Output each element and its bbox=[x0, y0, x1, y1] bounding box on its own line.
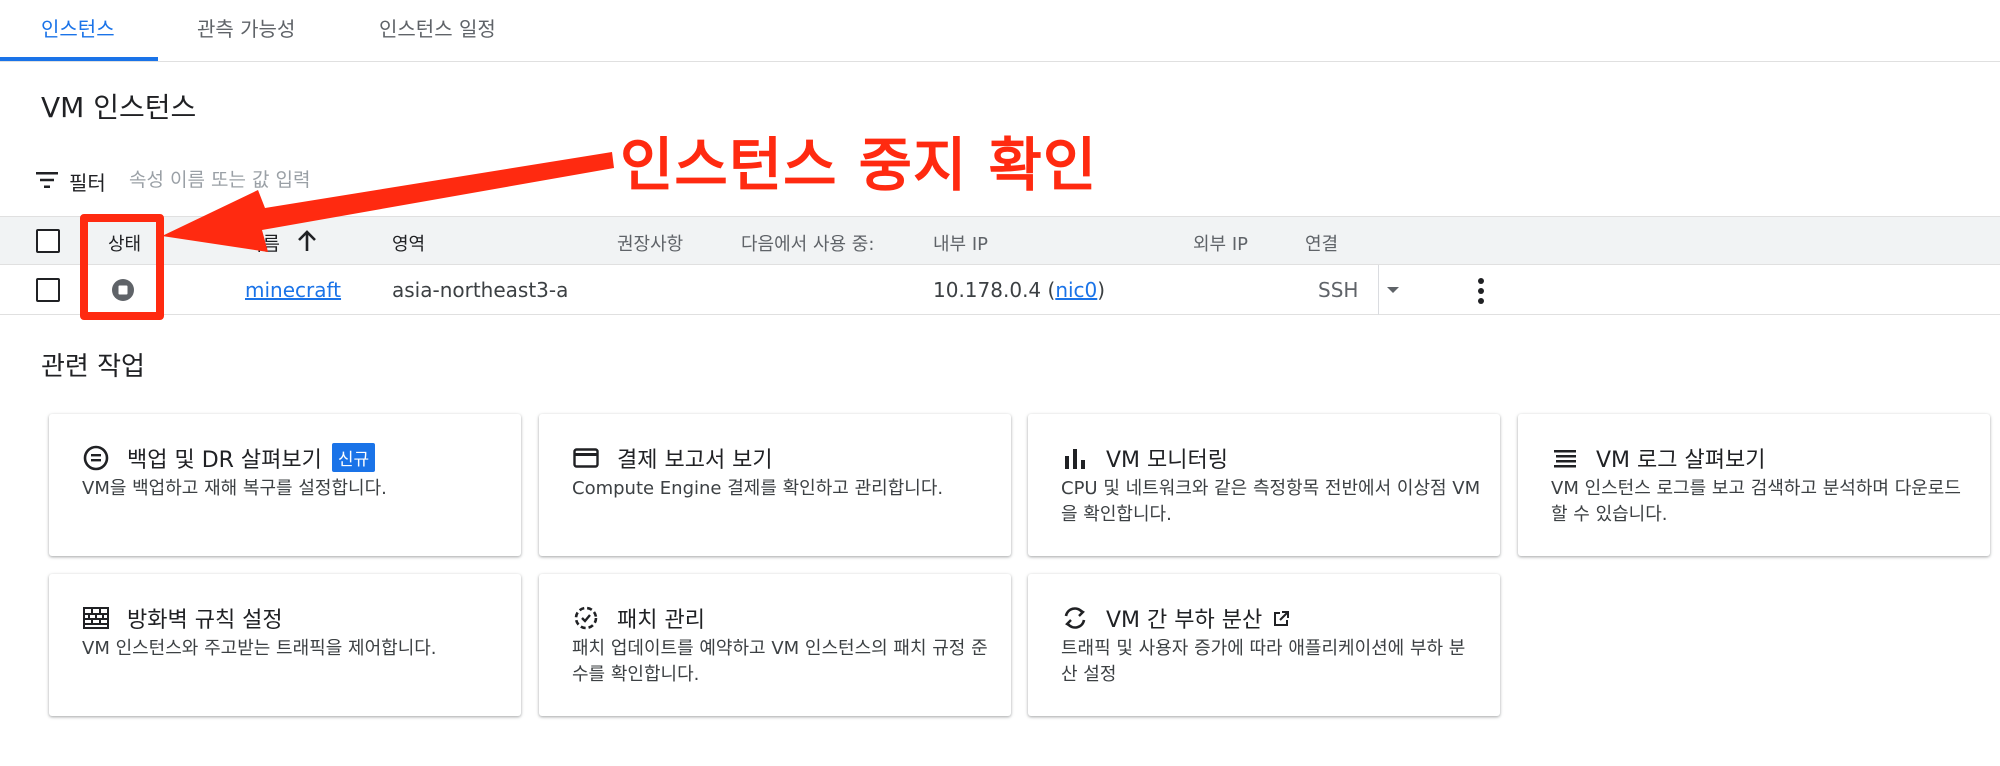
card-title: 결제 보고서 보기 bbox=[617, 448, 773, 473]
instance-name[interactable]: minecraft bbox=[245, 278, 341, 302]
card-description: 트래픽 및 사용자 증가에 따라 애플리케이션에 부하 분산 설정 bbox=[1061, 638, 1466, 685]
card-load-balancing[interactable]: VM 간 부하 분산 트래픽 및 사용자 증가에 따라 애플리케이션에 부하 분… bbox=[1028, 574, 1500, 716]
card-title: 패치 관리 bbox=[617, 608, 705, 633]
tab-observability[interactable]: 관측 가능성 bbox=[197, 0, 295, 62]
related-actions-title: 관련 작업 bbox=[41, 352, 145, 382]
card-billing-report[interactable]: 결제 보고서 보기 Compute Engine 결제를 확인하고 관리합니다. bbox=[539, 414, 1011, 556]
internal-ip-value: 10.178.0.4 ( bbox=[933, 278, 1056, 302]
sort-ascending-icon[interactable] bbox=[296, 229, 318, 253]
external-link-icon bbox=[1274, 611, 1290, 626]
firewall-icon bbox=[83, 607, 109, 629]
column-zone[interactable]: 영역 bbox=[392, 230, 425, 256]
column-recommendation[interactable]: 권장사항 bbox=[617, 230, 683, 256]
logs-icon bbox=[1554, 450, 1576, 468]
card-description: VM 인스턴스 로그를 보고 검색하고 분석하며 다운로드할 수 있습니다. bbox=[1551, 478, 1961, 525]
instance-name-link[interactable]: minecraft bbox=[245, 278, 341, 302]
tab-instances[interactable]: 인스턴스 bbox=[41, 0, 115, 62]
ssh-divider bbox=[1378, 265, 1379, 315]
card-title-text: 백업 및 DR 살펴보기 bbox=[127, 448, 322, 473]
patch-icon bbox=[574, 606, 598, 630]
table-header: 상태 이름 영역 권장사항 다음에서 사용 중: 내부 IP 외부 IP 연결 bbox=[0, 216, 2000, 265]
instance-internal-ip: 10.178.0.4 (nic0) bbox=[933, 278, 1105, 302]
column-connect[interactable]: 연결 bbox=[1305, 230, 1338, 256]
active-tab-indicator bbox=[0, 57, 158, 61]
instance-zone: asia-northeast3-a bbox=[392, 278, 569, 302]
filter-input[interactable] bbox=[129, 164, 629, 196]
card-title: 방화벽 규칙 설정 bbox=[127, 608, 283, 633]
card-description: Compute Engine 결제를 확인하고 관리합니다. bbox=[572, 478, 944, 499]
filter-icon[interactable] bbox=[35, 170, 59, 190]
card-title: 백업 및 DR 살펴보기 신규 bbox=[127, 442, 376, 474]
card-title: VM 간 부하 분산 bbox=[1106, 602, 1290, 634]
card-vm-monitoring[interactable]: VM 모니터링 CPU 및 네트워크와 같은 측정항목 전반에서 이상점 VM을… bbox=[1028, 414, 1500, 556]
column-name[interactable]: 이름 bbox=[245, 229, 280, 256]
card-description: CPU 및 네트워크와 같은 측정항목 전반에서 이상점 VM을 확인합니다. bbox=[1061, 478, 1481, 525]
card-description: VM 인스턴스와 주고받는 트래픽을 제어합니다. bbox=[82, 638, 437, 659]
load-balance-icon bbox=[1064, 607, 1086, 629]
card-backup-dr[interactable]: 백업 및 DR 살펴보기 신규 VM을 백업하고 재해 복구를 설정합니다. bbox=[49, 414, 521, 556]
card-description: VM을 백업하고 재해 복구를 설정합니다. bbox=[82, 478, 387, 499]
ssh-button[interactable]: SSH bbox=[1318, 278, 1358, 302]
more-actions-icon[interactable] bbox=[1472, 276, 1490, 306]
billing-card-icon bbox=[573, 448, 599, 468]
card-title: VM 로그 살펴보기 bbox=[1596, 448, 1766, 473]
column-in-use-by[interactable]: 다음에서 사용 중: bbox=[741, 230, 874, 256]
tab-bar: 인스턴스 관측 가능성 인스턴스 일정 bbox=[0, 0, 2000, 62]
new-badge: 신규 bbox=[331, 443, 376, 472]
column-external-ip[interactable]: 외부 IP bbox=[1193, 230, 1248, 256]
annotation-text: 인스턴스 중지 확인 bbox=[620, 131, 1098, 199]
bar-chart-icon bbox=[1065, 449, 1085, 469]
internal-ip-close: ) bbox=[1097, 278, 1106, 302]
ssh-dropdown-caret-icon[interactable] bbox=[1387, 287, 1399, 293]
card-patch-management[interactable]: 패치 관리 패치 업데이트를 예약하고 VM 인스턴스의 패치 규정 준수를 확… bbox=[539, 574, 1011, 716]
card-description: 패치 업데이트를 예약하고 VM 인스턴스의 패치 규정 준수를 확인합니다. bbox=[572, 638, 988, 685]
annotation-highlight-box bbox=[80, 214, 164, 320]
filter-label[interactable]: 필터 bbox=[69, 167, 106, 196]
card-firewall-rules[interactable]: 방화벽 규칙 설정 VM 인스턴스와 주고받는 트래픽을 제어합니다. bbox=[49, 574, 521, 716]
page-title: VM 인스턴스 bbox=[41, 91, 197, 124]
column-internal-ip[interactable]: 내부 IP bbox=[933, 230, 988, 256]
backup-icon bbox=[83, 445, 109, 471]
tab-instance-schedules[interactable]: 인스턴스 일정 bbox=[379, 0, 496, 62]
card-vm-logs[interactable]: VM 로그 살펴보기 VM 인스턴스 로그를 보고 검색하고 분석하며 다운로드… bbox=[1518, 414, 1990, 556]
card-title-text: VM 간 부하 분산 bbox=[1106, 608, 1263, 633]
nic-link[interactable]: nic0 bbox=[1055, 278, 1097, 302]
select-all-checkbox[interactable] bbox=[36, 229, 60, 253]
table-row: minecraft asia-northeast3-a 10.178.0.4 (… bbox=[0, 265, 2000, 315]
row-checkbox[interactable] bbox=[36, 278, 60, 302]
card-title: VM 모니터링 bbox=[1106, 448, 1228, 473]
